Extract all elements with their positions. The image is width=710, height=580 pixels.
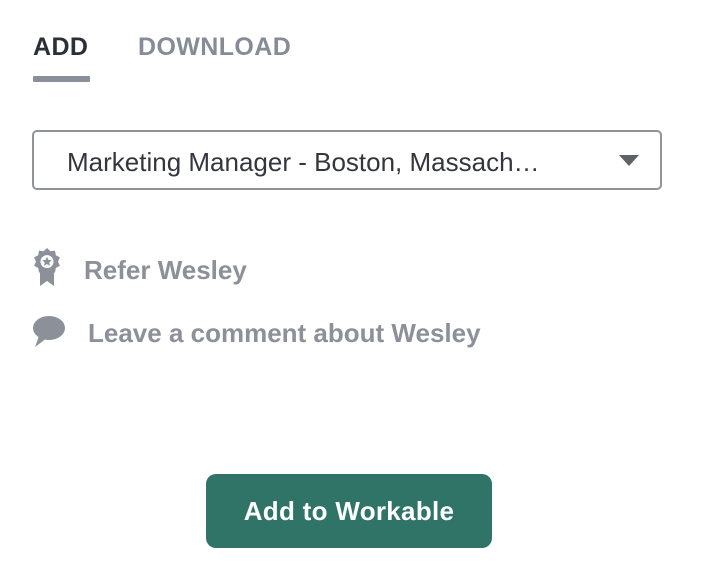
add-to-workable-button[interactable]: Add to Workable <box>206 474 492 548</box>
tab-download[interactable]: DOWNLOAD <box>138 30 291 64</box>
leave-comment-label: Leave a comment about Wesley <box>88 317 481 348</box>
job-select-dropdown[interactable]: Marketing Manager - Boston, Massach… <box>32 130 662 190</box>
job-select-value: Marketing Manager - Boston, Massach… <box>67 147 540 177</box>
chevron-down-icon[interactable] <box>619 155 639 166</box>
award-badge-icon <box>32 246 62 293</box>
refer-candidate-link[interactable]: Refer Wesley <box>32 246 247 293</box>
speech-bubble-icon <box>32 312 66 353</box>
refer-candidate-label: Refer Wesley <box>84 254 247 285</box>
tab-add[interactable]: ADD <box>33 30 88 64</box>
active-tab-indicator <box>33 76 90 82</box>
leave-comment-link[interactable]: Leave a comment about Wesley <box>32 312 481 353</box>
